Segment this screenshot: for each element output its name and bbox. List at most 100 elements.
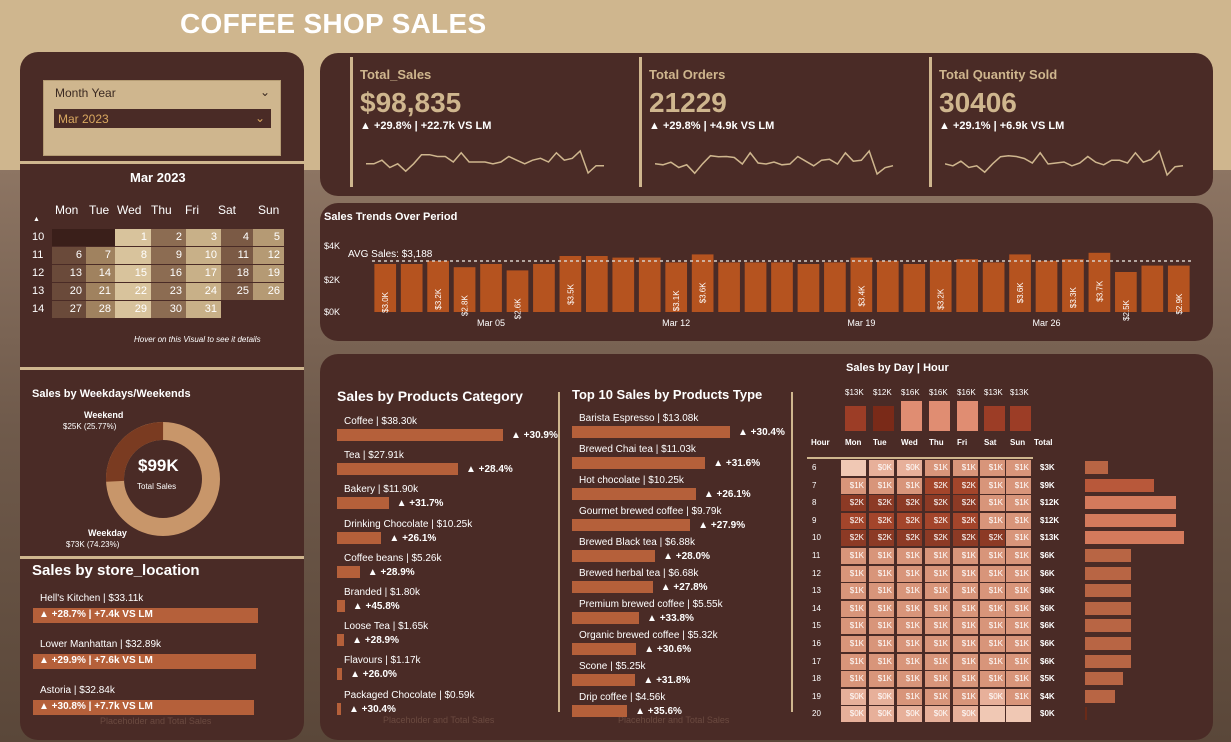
heatmap-cell[interactable]: $1K <box>953 460 978 476</box>
calendar-day-cell[interactable]: 15 <box>115 265 151 282</box>
heatmap-cell[interactable]: $1K <box>1006 548 1031 564</box>
product_type-bar[interactable] <box>572 674 636 686</box>
heatmap-cell[interactable]: $1K <box>869 565 894 582</box>
heatmap-cell[interactable]: $1K <box>897 600 922 617</box>
heatmap-cell[interactable]: $2K <box>841 530 866 547</box>
heatmap-cell[interactable]: $1K <box>980 653 1005 670</box>
calendar-day-cell[interactable]: 29 <box>115 301 151 318</box>
category-bar[interactable] <box>337 463 458 476</box>
kpi-sparkline[interactable] <box>945 147 1185 177</box>
heatmap-cell[interactable]: $1K <box>925 653 950 670</box>
product_type-bar[interactable] <box>572 643 637 655</box>
heatmap-cell[interactable]: $1K <box>841 477 866 494</box>
heatmap-cell[interactable]: $1K <box>953 653 978 670</box>
heatmap-cell[interactable]: $1K <box>1006 530 1031 547</box>
hour-total-bar[interactable] <box>1085 672 1124 686</box>
heatmap-cell[interactable]: $1K <box>1006 477 1031 494</box>
heatmap-cell[interactable]: $1K <box>841 583 866 600</box>
heatmap-cell[interactable]: $2K <box>925 530 950 547</box>
heatmap-cell[interactable]: $1K <box>897 583 922 600</box>
heatmap-cell[interactable]: $0K <box>897 460 922 476</box>
day-total-bar[interactable] <box>845 406 866 431</box>
calendar-day-cell[interactable]: 31 <box>186 301 221 318</box>
heatmap-cell[interactable]: $0K <box>869 688 894 705</box>
trend-bar[interactable] <box>612 257 635 312</box>
heatmap-cell[interactable]: $2K <box>980 530 1005 547</box>
day-total-bar[interactable] <box>957 401 978 431</box>
calendar-day-cell[interactable]: 3 <box>186 229 221 246</box>
heatmap-cell[interactable]: $1K <box>1006 512 1031 529</box>
heatmap-cell[interactable]: $1K <box>1006 565 1031 582</box>
calendar-day-cell[interactable]: 18 <box>221 265 253 282</box>
heatmap-cell[interactable]: $1K <box>1006 600 1031 617</box>
calendar-day-cell[interactable]: 26 <box>253 283 284 300</box>
hour-total-bar[interactable] <box>1085 566 1131 580</box>
product_type-bar[interactable] <box>572 457 706 469</box>
heatmap-cell[interactable] <box>1006 706 1031 723</box>
heatmap-cell[interactable]: $1K <box>1006 495 1031 512</box>
calendar-day-cell[interactable]: 20 <box>52 283 86 300</box>
trend-bar[interactable] <box>400 264 423 312</box>
heatmap-cell[interactable]: $1K <box>841 653 866 670</box>
chevron-down-icon[interactable]: ⌄ <box>260 85 270 99</box>
calendar-day-cell[interactable]: 25 <box>221 283 253 300</box>
heatmap-cell[interactable]: $1K <box>841 548 866 564</box>
heatmap-cell[interactable]: $1K <box>897 688 922 705</box>
calendar-day-cell[interactable]: 22 <box>115 283 151 300</box>
trend-bar[interactable] <box>533 264 555 312</box>
hour-total-bar[interactable] <box>1085 689 1116 703</box>
hour-total-bar[interactable] <box>1085 513 1177 527</box>
category-bar[interactable] <box>337 565 360 578</box>
heatmap-cell[interactable]: $1K <box>925 618 950 635</box>
category-bar[interactable] <box>337 702 341 715</box>
heatmap-cell[interactable]: $1K <box>869 600 894 617</box>
month-year-slicer[interactable]: Month Year ⌄ Mar 2023 ⌄ <box>43 80 281 156</box>
heatmap-cell[interactable]: $1K <box>980 671 1005 688</box>
heatmap-cell[interactable]: $1K <box>980 583 1005 600</box>
heatmap-cell[interactable]: $1K <box>980 636 1005 652</box>
product_type-bar[interactable] <box>572 550 656 562</box>
heatmap-cell[interactable]: $1K <box>925 460 950 476</box>
hour-total-bar[interactable] <box>1085 496 1177 510</box>
hour-total-bar[interactable] <box>1085 654 1131 668</box>
product_type-bar[interactable] <box>572 612 640 624</box>
heatmap-cell[interactable]: $1K <box>925 671 950 688</box>
heatmap-cell[interactable]: $2K <box>953 512 978 529</box>
heatmap-cell[interactable]: $0K <box>980 688 1005 705</box>
trend-bar[interactable] <box>771 262 793 312</box>
heatmap-cell[interactable]: $1K <box>897 565 922 582</box>
calendar-day-cell[interactable]: 14 <box>86 265 115 282</box>
weekday-weekend-donut[interactable] <box>105 421 221 537</box>
heatmap-cell[interactable]: $1K <box>1006 583 1031 600</box>
heatmap-cell[interactable]: $1K <box>869 653 894 670</box>
heatmap-cell[interactable]: $1K <box>925 600 950 617</box>
heatmap-cell[interactable]: $1K <box>897 636 922 652</box>
hour-total-bar[interactable] <box>1085 619 1131 633</box>
trend-bar[interactable] <box>876 260 899 312</box>
heatmap-cell[interactable]: $2K <box>897 512 922 529</box>
calendar-day-cell[interactable]: 9 <box>151 247 186 264</box>
hour-total-bar[interactable] <box>1085 531 1184 545</box>
trend-bar[interactable] <box>480 264 502 312</box>
product_type-bar[interactable] <box>572 426 730 438</box>
calendar-day-cell[interactable]: 4 <box>221 229 253 246</box>
calendar-day-cell[interactable]: 27 <box>52 301 86 318</box>
product_type-bar[interactable] <box>572 488 696 500</box>
sales-trend-chart[interactable]: $4K $2K $0K $3.0K $3.2K $2.8K $2.6K $3.5K $3.1K $… <box>320 230 1213 335</box>
product_type-bar[interactable] <box>572 581 653 593</box>
heatmap-cell[interactable]: $2K <box>869 495 894 512</box>
product_type-bar[interactable] <box>572 519 691 531</box>
category-bar[interactable] <box>337 634 345 647</box>
day-total-bar[interactable] <box>873 406 894 431</box>
heatmap-cell[interactable]: $1K <box>897 477 922 494</box>
heatmap-cell[interactable] <box>980 706 1005 723</box>
product_type-bar[interactable] <box>572 705 628 717</box>
sort-arrow-icon[interactable]: ▲ <box>33 216 40 223</box>
heatmap-cell[interactable]: $1K <box>925 583 950 600</box>
hour-total-bar[interactable] <box>1085 549 1131 562</box>
trend-bar[interactable] <box>824 262 846 312</box>
kpi-sparkline[interactable] <box>655 147 895 177</box>
calendar-day-cell[interactable]: 12 <box>253 247 284 264</box>
heatmap-cell[interactable] <box>841 460 866 476</box>
heatmap-cell[interactable]: $0K <box>841 688 866 705</box>
